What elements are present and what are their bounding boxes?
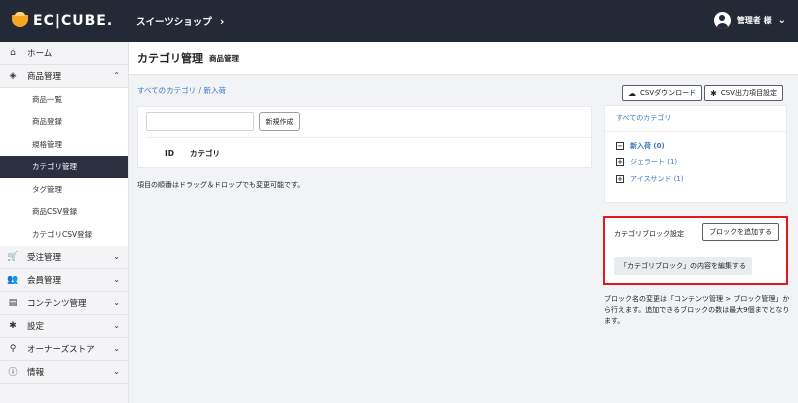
tree-item-gelato[interactable]: + ジェラート (1) — [616, 157, 677, 167]
tree-item-label: 新入荷 (0) — [630, 142, 665, 150]
sidebar-item-home[interactable]: ⌂ ホーム — [0, 42, 128, 65]
cloud-download-icon: ☁ — [628, 88, 636, 98]
sidebar-subitem-product-csv[interactable]: 商品CSV登録 — [0, 200, 128, 223]
sidebar-item-members[interactable]: 👥 会員管理 ⌄ — [0, 269, 128, 292]
tree-item-label: アイスサンド (1) — [630, 175, 684, 183]
sidebar-item-label: 情報 — [27, 367, 45, 378]
sidebar-subitem-spec[interactable]: 規格管理 — [0, 133, 128, 156]
tree-item-new-arrivals[interactable]: − 新入荷 (0) — [616, 141, 665, 151]
block-settings-title: カテゴリブロック設定 — [614, 230, 684, 238]
user-name: 管理者 様 — [736, 16, 772, 25]
block-note: ブロック名の変更は「コンテンツ管理 > ブロック管理」から行えます。追加できるブ… — [604, 295, 790, 325]
home-icon: ⌂ — [10, 48, 16, 58]
breadcrumb[interactable]: すべてのカテゴリ / 新入荷 — [137, 85, 226, 96]
category-list-card: 新規作成 ID カテゴリ — [137, 106, 592, 168]
sidebar-subitem-category-csv[interactable]: カテゴリCSV登録 — [0, 223, 128, 246]
sidebar-item-info[interactable]: ⓘ 情報 ⌄ — [0, 361, 128, 384]
chevron-up-icon: ⌃ — [113, 71, 120, 80]
category-block-settings-card: カテゴリブロック設定 ブロックを追加する 「カテゴリブロック」の内容を編集する — [603, 216, 788, 285]
shop-name: スイーツショップ — [136, 17, 212, 28]
product-icon: ◈ — [9, 71, 17, 81]
user-menu[interactable]: 管理者 様 ⌄ — [713, 12, 786, 29]
logo[interactable]: EC|CUBE. — [0, 12, 128, 29]
cart-icon: 🛒 — [7, 251, 19, 262]
create-category-button[interactable]: 新規作成 — [259, 112, 300, 131]
tree-item-label: ジェラート (1) — [630, 158, 678, 166]
sidebar: ⌂ ホーム ◈ 商品管理 ⌃ 商品一覧 商品登録 規格管理 カテゴリ管理 タグ管… — [0, 42, 129, 403]
collapse-icon[interactable]: − — [616, 142, 624, 150]
logo-text: EC|CUBE. — [33, 13, 114, 29]
chevron-down-icon: ⌄ — [113, 366, 120, 376]
sidebar-subitem-tag[interactable]: タグ管理 — [0, 178, 128, 201]
sidebar-item-label: 設定 — [27, 321, 45, 332]
csv-download-button[interactable]: ☁ CSVダウンロード — [622, 85, 703, 101]
chevron-down-icon: ⌄ — [113, 297, 120, 307]
column-header-category: カテゴリ — [190, 148, 221, 158]
divider — [605, 131, 786, 132]
info-icon: ⓘ — [8, 368, 18, 378]
category-tree-card: すべてのカテゴリ − 新入荷 (0) + ジェラート (1) + アイスサンド … — [604, 105, 787, 203]
sidebar-item-orders[interactable]: 🛒 受注管理 ⌄ — [0, 246, 128, 269]
top-bar: EC|CUBE. スイーツショップ › 管理者 様 ⌄ — [0, 0, 798, 42]
sidebar-submenu-products: 商品一覧 商品登録 規格管理 カテゴリ管理 タグ管理 商品CSV登録 カテゴリC… — [0, 88, 128, 246]
edit-block-button[interactable]: 「カテゴリブロック」の内容を編集する — [614, 257, 752, 275]
sidebar-subitem-category[interactable]: カテゴリ管理 — [0, 155, 128, 178]
sidebar-subitem-product-register[interactable]: 商品登録 — [0, 110, 128, 133]
column-header-id: ID — [165, 148, 175, 158]
category-name-input[interactable] — [146, 112, 254, 131]
sidebar-item-products[interactable]: ◈ 商品管理 ⌃ — [0, 65, 128, 88]
chevron-down-icon: ⌄ — [113, 251, 120, 261]
user-avatar-icon — [713, 12, 731, 29]
add-block-button[interactable]: ブロックを追加する — [702, 223, 779, 241]
chevron-down-icon: ⌄ — [113, 274, 120, 284]
chevron-down-icon: ⌄ — [777, 15, 786, 26]
drag-drop-note: 項目の順番はドラッグ＆ドロップでも変更可能です。 — [137, 181, 305, 189]
sidebar-item-label: コンテンツ管理 — [27, 298, 87, 309]
sidebar-item-owners-store[interactable]: ⚲ オーナーズストア ⌄ — [0, 338, 128, 361]
gear-icon: ✱ — [710, 88, 717, 98]
sidebar-item-label: ホーム — [27, 49, 53, 59]
chevron-down-icon: ⌄ — [113, 343, 120, 353]
sidebar-subitem-product-list[interactable]: 商品一覧 — [0, 88, 128, 111]
csv-settings-label: CSV出力項目設定 — [720, 89, 777, 97]
csv-button-row: ☁ CSVダウンロード ✱ CSV出力項目設定 — [622, 85, 783, 101]
shop-link[interactable]: スイーツショップ › — [136, 14, 225, 29]
page-header: カテゴリ管理 商品管理 — [129, 42, 798, 75]
users-icon: 👥 — [7, 274, 19, 285]
chevron-right-icon: › — [219, 14, 225, 28]
document-icon: ▤ — [8, 297, 18, 308]
sidebar-item-contents[interactable]: ▤ コンテンツ管理 ⌄ — [0, 292, 128, 315]
expand-icon[interactable]: + — [616, 175, 624, 183]
sidebar-item-settings[interactable]: ✱ 設定 ⌄ — [0, 315, 128, 338]
chevron-down-icon: ⌄ — [113, 320, 120, 330]
expand-icon[interactable]: + — [616, 158, 624, 166]
tree-all-categories-link[interactable]: すべてのカテゴリ — [616, 113, 671, 123]
sidebar-item-label: オーナーズストア — [27, 344, 95, 355]
tree-item-ice-sandwich[interactable]: + アイスサンド (1) — [616, 174, 684, 184]
plug-icon: ⚲ — [9, 343, 17, 354]
page-subtitle: 商品管理 — [209, 53, 239, 63]
page-title: カテゴリ管理 — [137, 52, 203, 65]
logo-icon — [12, 12, 28, 27]
sidebar-item-label: 商品管理 — [27, 72, 62, 82]
sidebar-item-label: 会員管理 — [27, 275, 62, 286]
table-header: ID カテゴリ — [146, 137, 591, 168]
gear-icon: ✱ — [9, 320, 17, 331]
csv-download-label: CSVダウンロード — [640, 89, 697, 97]
sidebar-item-label: 受注管理 — [27, 252, 62, 263]
csv-settings-button[interactable]: ✱ CSV出力項目設定 — [704, 85, 783, 101]
